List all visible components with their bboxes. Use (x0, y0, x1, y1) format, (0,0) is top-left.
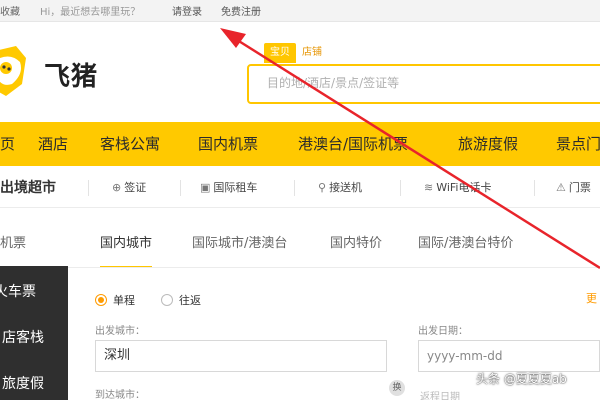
register-link[interactable]: 免费注册 (221, 3, 261, 18)
subnav-item-pickup[interactable]: ⚲ 接送机 (318, 168, 362, 208)
nav-item-tickets[interactable]: 景点门 (556, 122, 600, 166)
subnav-item-wifi[interactable]: ≋ WiFi电话卡 (424, 168, 492, 208)
subnav-item-visa[interactable]: ⊕ 签证 (112, 168, 146, 208)
depart-city-field[interactable]: 深圳 (95, 340, 387, 372)
divider (294, 180, 295, 196)
favorite-link[interactable]: 收藏 (0, 3, 20, 18)
search-tab-items[interactable]: 宝贝 (264, 43, 296, 63)
top-bar: 收藏 Hi，最近想去哪里玩？ 请登录 免费注册 (0, 0, 600, 22)
main-nav: 页 酒店 客栈公寓 国内机票 港澳台/国际机票 旅游度假 景点门 (0, 122, 600, 166)
nav-item-hotel[interactable]: 酒店 (38, 122, 68, 166)
subnav-label: 接送机 (329, 181, 363, 194)
nav-item-intl-flights[interactable]: 港澳台/国际机票 (298, 122, 408, 166)
divider (400, 180, 401, 196)
login-link[interactable]: 请登录 (172, 3, 202, 18)
hot-badge (0, 220, 600, 268)
subnav-item-car-rental[interactable]: ▣ 国际租车 (200, 168, 257, 208)
nav-item-domestic-flights[interactable]: 国内机票 (198, 122, 258, 166)
subnav-label: 签证 (124, 181, 147, 194)
car-icon: ▣ (200, 181, 211, 194)
sidebar: 火车票 店客栈 旅度假 (0, 266, 68, 400)
greeting-text: Hi，最近想去哪里玩？ (40, 7, 141, 18)
swap-cities-button[interactable]: 换 (389, 380, 405, 396)
sidebar-item-vacation[interactable]: 旅度假 (2, 362, 70, 400)
depart-date-field[interactable]: yyyy-mm-dd (418, 340, 600, 372)
pickup-icon: ⚲ (318, 181, 327, 194)
logo-text: 飞猪 (44, 62, 99, 92)
subnav-item-tickets[interactable]: ⚠ 门票 (556, 168, 591, 208)
wifi-icon: ≋ (424, 181, 434, 194)
passport-icon: ⊕ (112, 181, 122, 194)
sidebar-item-inn[interactable]: 店客栈 (2, 316, 70, 360)
site-logo[interactable]: 飞猪 (0, 40, 120, 110)
search-box (247, 64, 600, 104)
nav-item-vacation[interactable]: 旅游度假 (458, 122, 518, 166)
round-trip-label: 往返 (179, 294, 201, 307)
depart-date-label: 出发日期： (418, 326, 468, 337)
one-way-label: 单程 (113, 294, 135, 307)
divider (534, 180, 535, 196)
nav-item-home[interactable]: 页 (0, 122, 15, 166)
return-date-field[interactable]: 返程日期 (420, 388, 460, 400)
search-input[interactable] (267, 66, 597, 100)
more-link[interactable]: 更 (586, 290, 597, 306)
pig-logo-icon (0, 46, 26, 96)
subnav-label: 国际租车 (213, 181, 258, 194)
trip-type-group: 单程 往返 (95, 290, 201, 310)
subnav-label: 门票 (568, 181, 591, 194)
subnav-item-outbound[interactable]: 出境超市 (0, 168, 56, 208)
one-way-radio[interactable] (95, 294, 107, 306)
search-tab-shops[interactable]: 店铺 (296, 43, 328, 63)
divider (180, 180, 181, 196)
watermark: 头条 @夏夏夏ab (476, 372, 567, 386)
nav-item-inn[interactable]: 客栈公寓 (100, 122, 160, 166)
round-trip-radio[interactable] (161, 294, 173, 306)
divider (88, 180, 89, 196)
ticket-icon: ⚠ (556, 181, 566, 194)
sub-nav: 出境超市 ⊕ 签证 ▣ 国际租车 ⚲ 接送机 ≋ WiFi电话卡 ⚠ 门票 (0, 168, 600, 208)
arrive-city-label: 到达城市： (95, 390, 145, 400)
sidebar-item-train[interactable]: 火车票 (0, 270, 62, 314)
subnav-label: WiFi电话卡 (436, 181, 492, 194)
depart-city-label: 出发城市： (95, 326, 145, 337)
search-tabs: 宝贝 店铺 (264, 43, 328, 63)
arrow-head (220, 28, 246, 48)
